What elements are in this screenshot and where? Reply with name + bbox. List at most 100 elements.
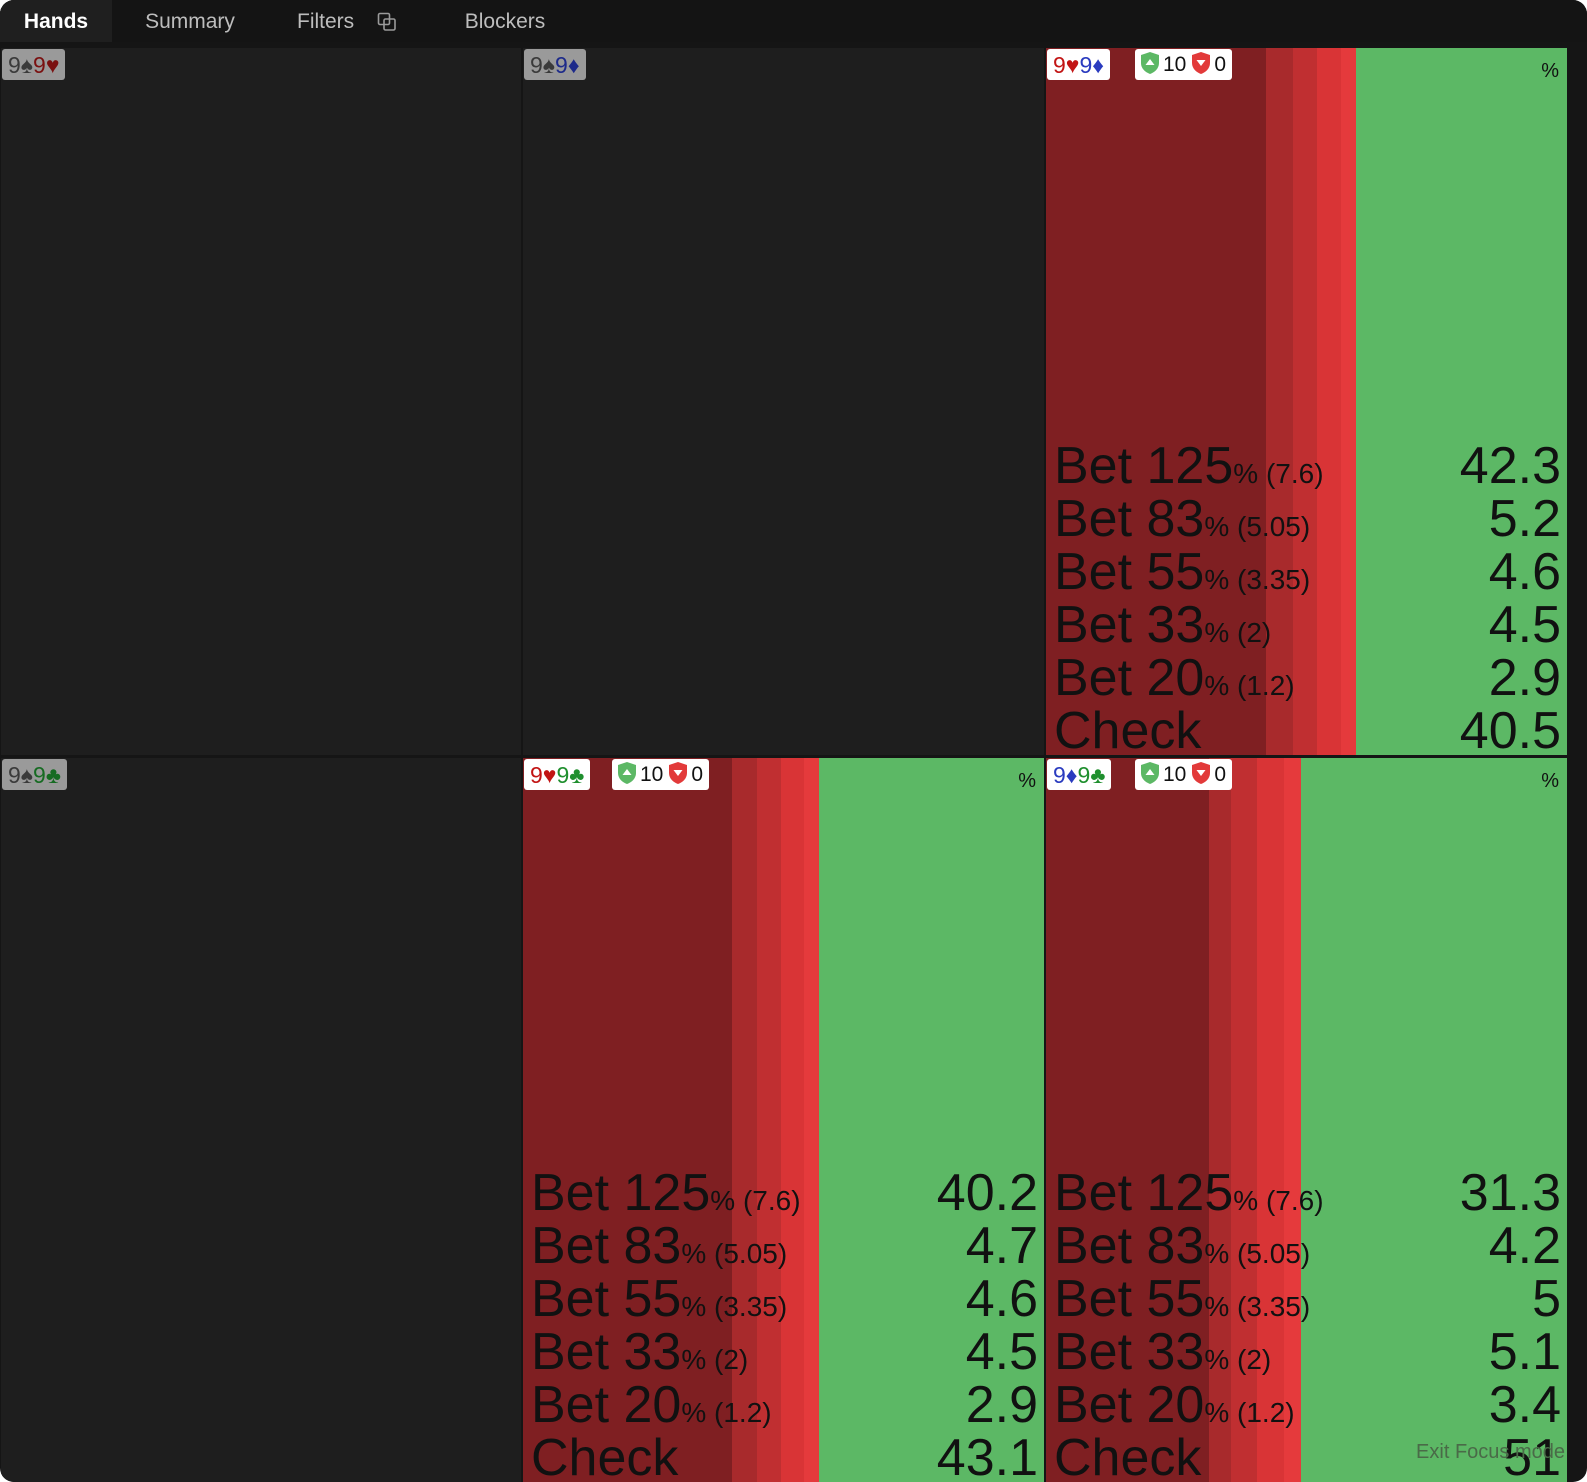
card-rank: 9 <box>530 52 543 78</box>
card-rank: 9 <box>1079 52 1093 78</box>
suit-heart-icon: ♥ <box>542 762 557 788</box>
shield-down-icon <box>1190 52 1212 76</box>
action-frequency: 4.6 <box>1488 543 1561 601</box>
action-frequency: 42.3 <box>1459 437 1561 495</box>
hand-cell[interactable]: 9♠9♥ <box>1 48 521 755</box>
card-rank: 9 <box>530 762 543 788</box>
action-row[interactable]: Bet 33% (2) 4.5 <box>1046 596 1567 654</box>
action-frequency: 31.3 <box>1459 1164 1561 1222</box>
equity-badge: 10 0 <box>1135 759 1233 790</box>
equity-good-value: 10 <box>1163 53 1187 76</box>
tab-bar: Hands Summary Filters Blockers <box>0 0 1587 42</box>
action-size: (1.2) <box>714 1397 772 1428</box>
action-unit: % <box>681 1397 707 1428</box>
action-row[interactable]: Bet 83% (5.05) 5.2 <box>1046 490 1567 548</box>
action-name: Check <box>1054 1429 1202 1482</box>
action-name: Bet 83 <box>531 1217 682 1275</box>
tab-hands[interactable]: Hands <box>0 0 112 42</box>
action-name: Bet 33 <box>1054 596 1205 654</box>
action-name: Bet 33 <box>531 1323 682 1381</box>
action-label: Bet 55% (3.35) <box>531 1269 787 1329</box>
action-name: Check <box>531 1429 679 1482</box>
action-label: Check <box>531 1428 678 1482</box>
hand-cell[interactable]: 9♠9♦ <box>523 48 1044 755</box>
action-frequency: 40.5 <box>1459 702 1561 755</box>
action-frequency: 3.4 <box>1488 1376 1561 1434</box>
action-label: Bet 20% (1.2) <box>1054 648 1295 708</box>
action-label: Bet 33% (2) <box>1054 595 1271 655</box>
action-label: Bet 20% (1.2) <box>531 1375 772 1435</box>
action-unit: % <box>1204 511 1230 542</box>
action-label: Bet 20% (1.2) <box>1054 1375 1295 1435</box>
action-label: Check <box>1054 701 1201 755</box>
action-row[interactable]: Bet 20% (1.2) 2.9 <box>1046 649 1567 707</box>
suit-heart-icon: ♥ <box>45 52 60 78</box>
hand-cell[interactable]: 9♦9♣ 10 0% Bet 125% (7.6) 31.3 Bet 83% (5.05)… <box>1046 758 1567 1482</box>
action-size: (7.6) <box>742 1185 801 1216</box>
action-row[interactable]: Bet 83% (5.05) 4.2 <box>1046 1217 1567 1275</box>
equity-good-value: 10 <box>1163 763 1187 786</box>
action-unit: % <box>1204 617 1230 648</box>
card-rank: 9 <box>8 762 21 788</box>
action-size: (2) <box>1237 617 1272 648</box>
action-unit: % <box>1204 1238 1230 1269</box>
tab-summary[interactable]: Summary <box>112 0 268 42</box>
action-label: Bet 125% (7.6) <box>531 1163 801 1223</box>
action-label: Bet 55% (3.35) <box>1054 1269 1310 1329</box>
action-row[interactable]: Bet 20% (1.2) 2.9 <box>523 1376 1044 1434</box>
shield-up-icon <box>616 762 638 786</box>
equity-badge: 10 0 <box>1135 49 1233 80</box>
suit-club-icon: ♣ <box>1090 762 1106 788</box>
hand-cell[interactable]: 9♠9♣ <box>1 758 521 1482</box>
action-row[interactable]: Bet 125% (7.6) 42.3 <box>1046 437 1567 495</box>
action-unit: % <box>1204 564 1230 595</box>
suit-spade-icon: ♠ <box>20 762 34 788</box>
tab-blockers[interactable]: Blockers <box>430 0 580 42</box>
copy-icon[interactable] <box>377 12 397 36</box>
action-row[interactable]: Bet 83% (5.05) 4.7 <box>523 1217 1044 1275</box>
action-label: Bet 33% (2) <box>531 1322 748 1382</box>
action-row[interactable]: Bet 33% (2) 4.5 <box>523 1323 1044 1381</box>
percent-unit-label: % <box>1541 770 1559 792</box>
action-unit: % <box>681 1238 707 1269</box>
equity-bad-value: 0 <box>1214 763 1227 786</box>
action-unit: % <box>681 1291 707 1322</box>
action-row[interactable]: Bet 55% (3.35) 4.6 <box>1046 543 1567 601</box>
exit-focus-button[interactable]: Exit Focus mode <box>1416 1441 1565 1464</box>
hand-cell[interactable]: 9♥9♣ 10 0% Bet 125% (7.6) 40.2 Bet 83% (5.05)… <box>523 758 1044 1482</box>
action-row[interactable]: Bet 55% (3.35) 5 <box>1046 1270 1567 1328</box>
percent-unit-label: % <box>1541 60 1559 82</box>
action-row[interactable]: Check 43.1 <box>523 1429 1044 1482</box>
action-label: Bet 33% (2) <box>1054 1322 1271 1382</box>
card-rank: 9 <box>33 52 46 78</box>
action-frequency: 4.6 <box>965 1270 1038 1328</box>
action-size: (5.05) <box>714 1238 788 1269</box>
action-row[interactable]: Bet 33% (2) 5.1 <box>1046 1323 1567 1381</box>
hand-combo-label: 9♥9♣ <box>524 759 591 790</box>
action-name: Bet 55 <box>1054 1270 1205 1328</box>
action-row[interactable]: Check 40.5 <box>1046 702 1567 755</box>
action-unit: % <box>1204 1344 1230 1375</box>
action-size: (7.6) <box>1265 1185 1324 1216</box>
hand-cell[interactable]: 9♥9♦ 10 0% Bet 125% (7.6) 42.3 Bet 83% (5.05)… <box>1046 48 1567 755</box>
shield-down-icon <box>1190 762 1212 786</box>
action-row[interactable]: Bet 20% (1.2) 3.4 <box>1046 1376 1567 1434</box>
action-row[interactable]: Bet 125% (7.6) 31.3 <box>1046 1164 1567 1222</box>
action-size: (3.35) <box>1237 564 1311 595</box>
tab-filters[interactable]: Filters <box>268 0 388 42</box>
action-row[interactable]: Bet 125% (7.6) 40.2 <box>523 1164 1044 1222</box>
hand-combo-label: 9♠9♦ <box>524 49 586 80</box>
suit-spade-icon: ♠ <box>20 52 34 78</box>
action-name: Bet 125 <box>531 1164 711 1222</box>
shield-down-icon <box>667 762 689 786</box>
card-rank: 9 <box>1053 762 1066 788</box>
card-rank: 9 <box>1077 762 1091 788</box>
action-row[interactable]: Bet 55% (3.35) 4.6 <box>523 1270 1044 1328</box>
action-unit: % <box>681 1344 707 1375</box>
hand-combo-label: 9♠9♣ <box>2 759 67 790</box>
action-size: (1.2) <box>1237 670 1295 701</box>
action-size: (3.35) <box>1237 1291 1311 1322</box>
equity-bad-value: 0 <box>691 763 704 786</box>
action-unit: % <box>1233 458 1259 489</box>
action-unit: % <box>1204 1397 1230 1428</box>
